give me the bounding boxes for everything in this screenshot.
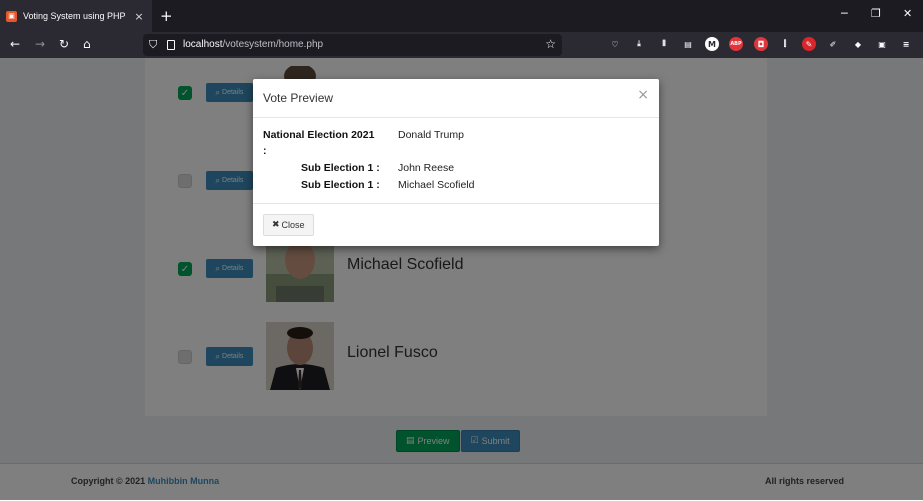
close-icon: ✖ [272,220,280,230]
position-label: Sub Election 1 : [301,179,380,191]
pdf-icon[interactable]: ✎ [802,37,816,51]
modal-title: Vote Preview [263,91,334,105]
m-extension-icon[interactable]: M [705,37,719,51]
library-icon[interactable]: ⫴ [657,37,671,51]
new-tab-button[interactable]: + [160,7,173,25]
vote-preview-modal: Vote Preview × National Election 2021 : … [253,79,659,246]
modal-close-icon[interactable]: × [637,87,649,103]
home-icon[interactable]: ⌂ [83,37,91,51]
pen-icon[interactable]: ✐ [826,37,840,51]
bookmark-star-icon[interactable]: ☆ [545,37,556,51]
modal-header: Vote Preview × [253,79,659,118]
tab-title: Voting System using PHP [23,11,126,21]
equalizer-icon[interactable]: ⫿ [778,37,792,51]
window-restore-button[interactable]: ❐ [871,7,881,20]
reload-icon[interactable]: ↻ [59,37,69,51]
window-close-button[interactable]: ✕ [903,7,912,20]
browser-tab-bar: ▣ Voting System using PHP × + ─ ❐ ✕ [0,0,923,32]
tab-close-icon[interactable]: × [132,10,146,23]
color-picker-icon[interactable]: ◆ [851,37,865,51]
adblock-icon[interactable]: ABP [729,37,743,51]
close-button[interactable]: ✖ Close [263,214,314,236]
forward-arrow-icon[interactable]: → [35,37,45,51]
container-icon[interactable]: ▣ [875,37,889,51]
window-minimize-button[interactable]: ─ [841,7,848,20]
position-label-suffix: : [263,145,267,157]
site-favicon-icon: ▣ [6,10,17,22]
back-arrow-icon[interactable]: ← [10,37,20,51]
url-text[interactable]: localhost/votesystem/home.php [183,39,323,50]
reader-view-icon[interactable]: ▤ [681,37,695,51]
pocket-icon[interactable]: ♡ [608,37,622,51]
selected-candidate: John Reese [398,162,455,174]
menu-icon[interactable]: ≡ [899,37,913,51]
tracking-shield-icon[interactable]: ⛉ [149,38,157,52]
download-icon[interactable]: ⤓ [632,37,646,51]
browser-nav-bar: ← → ↻ ⌂ ⛉ localhost/votesystem/home.php … [0,32,923,58]
browser-tab[interactable]: ▣ Voting System using PHP × [0,0,152,32]
selected-candidate: Michael Scofield [398,179,475,191]
page-info-icon[interactable] [167,40,175,50]
screenshot-icon[interactable]: ◘ [754,37,768,51]
position-label: National Election 2021 [263,129,375,141]
selected-candidate: Donald Trump [398,129,464,141]
modal-footer: ✖ Close [253,203,659,247]
position-label: Sub Election 1 : [301,162,380,174]
modal-body: National Election 2021 : Donald Trump Su… [253,117,659,203]
url-bar[interactable]: ⛉ localhost/votesystem/home.php ☆ [143,34,562,56]
